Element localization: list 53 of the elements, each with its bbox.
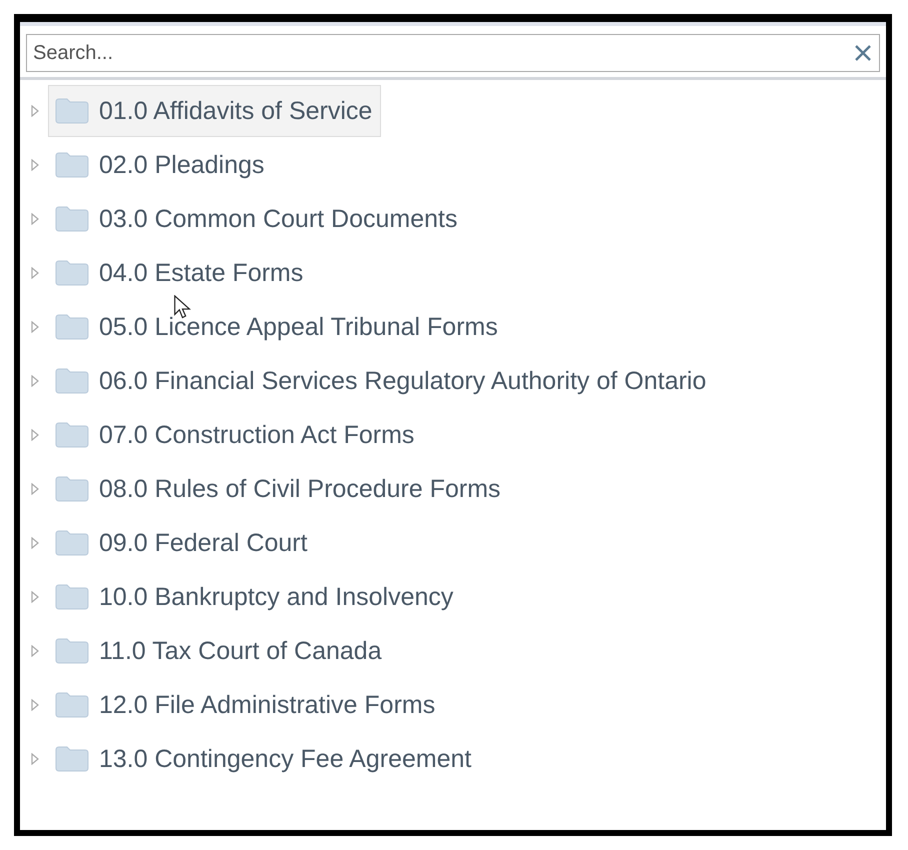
folder-item[interactable]: 04.0 Estate Forms (48, 247, 312, 299)
folder-icon (55, 98, 89, 124)
folder-item[interactable]: 01.0 Affidavits of Service (48, 85, 382, 137)
folder-icon (55, 638, 89, 664)
expand-arrow-icon[interactable] (30, 159, 40, 171)
folder-icon (55, 314, 89, 340)
folder-item[interactable]: 06.0 Financial Services Regulatory Authority of Ontario (48, 355, 716, 407)
folder-icon (55, 422, 89, 448)
folder-label: 06.0 Financial Services Regulatory Authority of Ontario (99, 368, 706, 394)
folder-icon (55, 746, 89, 772)
expand-arrow-icon[interactable] (30, 645, 40, 657)
folder-item[interactable]: 08.0 Rules of Civil Procedure Forms (48, 463, 510, 515)
expand-arrow-icon[interactable] (30, 753, 40, 765)
folder-item[interactable]: 11.0 Tax Court of Canada (48, 625, 391, 677)
expand-arrow-icon[interactable] (30, 483, 40, 495)
folder-item[interactable]: 12.0 File Administrative Forms (48, 679, 444, 731)
expand-arrow-icon[interactable] (30, 699, 40, 711)
expand-arrow-icon[interactable] (30, 213, 40, 225)
folder-label: 09.0 Federal Court (99, 530, 308, 556)
folder-item[interactable]: 09.0 Federal Court (48, 517, 316, 569)
folder-label: 05.0 Licence Appeal Tribunal Forms (99, 314, 498, 340)
expand-arrow-icon[interactable] (30, 537, 40, 549)
folder-item[interactable]: 05.0 Licence Appeal Tribunal Forms (48, 301, 507, 353)
folder-item[interactable]: 07.0 Construction Act Forms (48, 409, 424, 461)
folder-item[interactable]: 13.0 Contingency Fee Agreement (48, 733, 480, 785)
folder-label: 04.0 Estate Forms (99, 260, 304, 286)
expand-arrow-icon[interactable] (30, 375, 40, 387)
folder-label: 03.0 Common Court Documents (99, 206, 458, 232)
folder-label: 08.0 Rules of Civil Procedure Forms (99, 476, 501, 502)
folder-label: 10.0 Bankruptcy and Insolvency (99, 584, 454, 610)
folder-label: 13.0 Contingency Fee Agreement (99, 746, 472, 772)
expand-arrow-icon[interactable] (30, 267, 40, 279)
expand-arrow-icon[interactable] (30, 321, 40, 333)
folder-icon (55, 260, 89, 286)
expand-arrow-icon[interactable] (30, 105, 40, 117)
close-icon[interactable] (853, 43, 873, 63)
expand-arrow-icon[interactable] (30, 591, 40, 603)
folder-label: 02.0 Pleadings (99, 152, 264, 178)
folder-icon (55, 368, 89, 394)
folder-label: 11.0 Tax Court of Canada (99, 638, 382, 664)
folder-icon (55, 152, 89, 178)
folder-item[interactable]: 03.0 Common Court Documents (48, 193, 466, 245)
folder-label: 07.0 Construction Act Forms (99, 422, 414, 448)
expand-arrow-icon[interactable] (30, 429, 40, 441)
folder-icon (55, 530, 89, 556)
folder-item[interactable]: 10.0 Bankruptcy and Insolvency (48, 571, 462, 623)
folder-icon (55, 584, 89, 610)
folder-icon (55, 692, 89, 718)
folder-icon (55, 476, 89, 502)
folder-icon (55, 206, 89, 232)
folder-label: 12.0 File Administrative Forms (99, 692, 436, 718)
folder-label: 01.0 Affidavits of Service (99, 98, 372, 124)
folder-item[interactable]: 02.0 Pleadings (48, 139, 274, 191)
